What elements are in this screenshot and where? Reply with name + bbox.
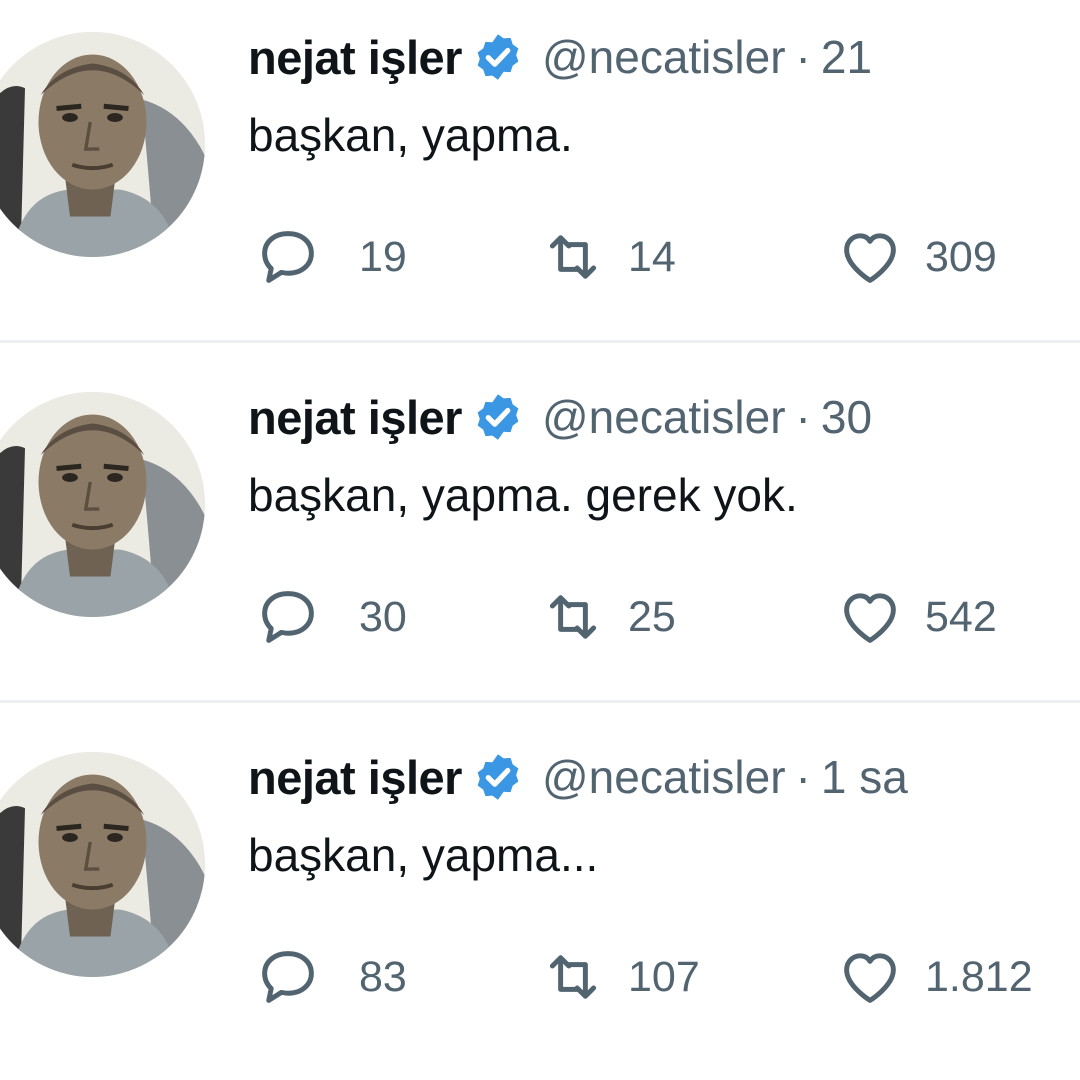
tweet-header: nejat işler @necatisler · 21 [248, 22, 1080, 92]
user-handle[interactable]: @necatisler [542, 390, 786, 444]
reply-button[interactable]: 19 [255, 222, 407, 292]
reply-count: 30 [359, 592, 407, 641]
verified-badge-icon [472, 751, 524, 803]
reply-count: 83 [359, 952, 407, 1001]
reply-count: 19 [359, 232, 407, 281]
user-handle[interactable]: @necatisler [542, 750, 786, 804]
tweet-actions: 30 25 542 [255, 582, 1080, 652]
like-count: 309 [925, 232, 997, 281]
heart-icon [844, 233, 896, 283]
tweet-actions: 83 107 1.812 [255, 942, 1080, 1012]
heart-icon [844, 953, 896, 1003]
display-name[interactable]: nejat işler [248, 750, 462, 805]
header-separator: · [795, 751, 811, 803]
like-button[interactable]: 542 [837, 582, 997, 652]
retweet-icon [549, 595, 597, 639]
reply-bubble-icon [262, 231, 314, 283]
retweet-button[interactable]: 14 [540, 222, 676, 292]
tweet-text: başkan, yapma. gerek yok. [248, 469, 798, 521]
display-name[interactable]: nejat işler [248, 390, 462, 445]
like-count: 542 [925, 592, 997, 641]
verified-badge-icon [472, 31, 524, 83]
retweet-count: 107 [628, 952, 700, 1001]
retweet-button[interactable]: 25 [540, 582, 676, 652]
tweet-text: başkan, yapma. [248, 109, 573, 161]
like-count: 1.812 [925, 952, 1033, 1001]
retweet-button[interactable]: 107 [540, 942, 700, 1012]
reply-bubble-icon [262, 951, 314, 1003]
reply-button[interactable]: 83 [255, 942, 407, 1012]
verified-badge-icon [472, 391, 524, 443]
tweet-divider [0, 700, 1080, 703]
header-separator: · [795, 31, 811, 83]
avatar[interactable] [0, 392, 205, 617]
retweet-count: 25 [628, 592, 676, 641]
tweet[interactable]: nejat işler @necatisler · 30 başkan, yap… [0, 360, 1080, 700]
tweet[interactable]: nejat işler @necatisler · 21 başkan, yap… [0, 0, 1080, 340]
header-separator: · [795, 391, 811, 443]
tweet[interactable]: nejat işler @necatisler · 1 sa başkan, y… [0, 720, 1080, 1060]
tweet-actions: 19 14 309 [255, 222, 1080, 292]
tweet-divider [0, 340, 1080, 343]
display-name[interactable]: nejat işler [248, 30, 462, 85]
retweet-count: 14 [628, 232, 676, 281]
reply-button[interactable]: 30 [255, 582, 407, 652]
avatar[interactable] [0, 752, 205, 977]
avatar[interactable] [0, 32, 205, 257]
reply-bubble-icon [262, 591, 314, 643]
tweet-timestamp[interactable]: 30 [821, 390, 872, 444]
tweet-timestamp[interactable]: 1 sa [821, 750, 908, 804]
retweet-icon [549, 955, 597, 999]
like-button[interactable]: 1.812 [837, 942, 1033, 1012]
tweet-feed: nejat işler @necatisler · 21 başkan, yap… [0, 0, 1080, 1080]
tweet-timestamp[interactable]: 21 [821, 30, 872, 84]
heart-icon [844, 593, 896, 643]
tweet-header: nejat işler @necatisler · 30 [248, 382, 1080, 452]
like-button[interactable]: 309 [837, 222, 997, 292]
user-handle[interactable]: @necatisler [542, 30, 786, 84]
tweet-header: nejat işler @necatisler · 1 sa [248, 742, 1080, 812]
retweet-icon [549, 235, 597, 279]
tweet-text: başkan, yapma... [248, 829, 599, 881]
